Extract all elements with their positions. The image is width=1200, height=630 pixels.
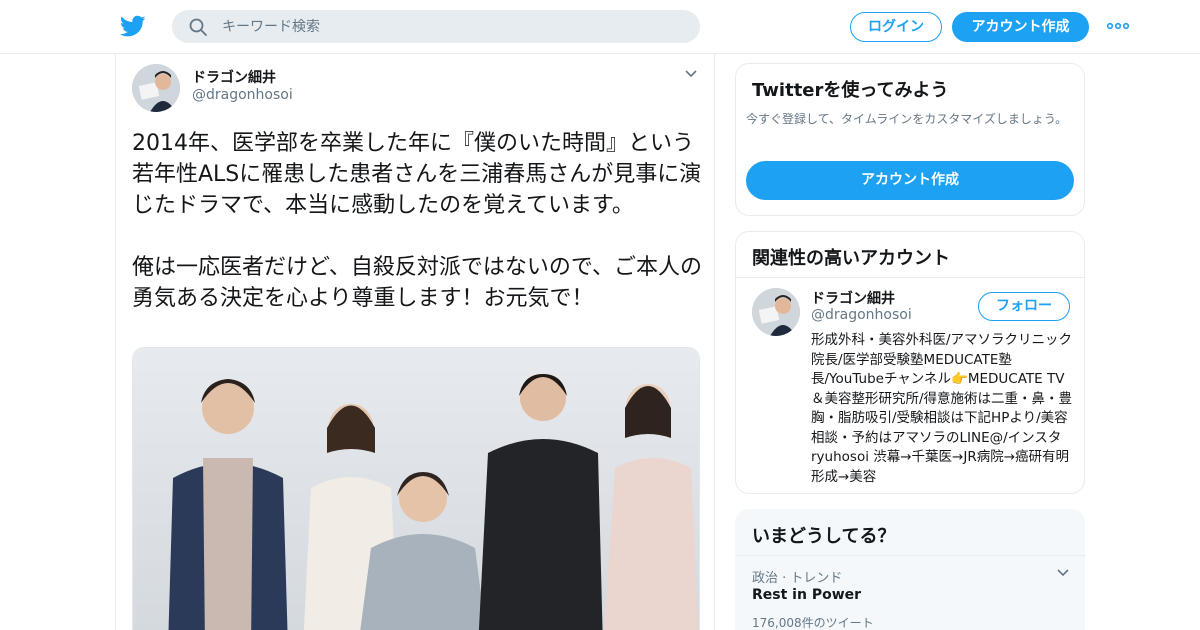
signup-card-description: 今すぐ登録して、タイムラインをカスタマイズしましょう。 (746, 112, 1068, 126)
divider (736, 555, 1086, 556)
chevron-down-icon[interactable] (1056, 568, 1070, 578)
search-bar[interactable] (172, 10, 700, 43)
related-account-handle[interactable]: @dragonhosoi (811, 307, 912, 323)
signup-card-title: Twitterを使ってみよう (752, 80, 949, 101)
related-account-name[interactable]: ドラゴン細井 (811, 288, 895, 308)
twitter-bird-icon[interactable] (120, 13, 146, 39)
chevron-down-icon[interactable] (684, 69, 698, 79)
author-name[interactable]: ドラゴン細井 (192, 67, 276, 87)
trends-card-title: いまどうしてる？ (752, 526, 896, 547)
top-navigation-bar: ログイン アカウント作成 (0, 0, 1200, 54)
tweet-text: 2014年、医学部を卒業した年に『僕のいた時間』という若年性ALSに罹患した患者… (132, 131, 703, 311)
trend-tweet-count: 176,008件のツイート (752, 616, 874, 630)
related-accounts-card: 関連性の高いアカウント ドラゴン細井 @dragonhosoi フォロー 形成外… (735, 231, 1085, 494)
related-account-avatar[interactable] (752, 288, 800, 336)
author-handle[interactable]: @dragonhosoi (192, 87, 293, 103)
author-avatar[interactable] (132, 64, 180, 112)
create-account-button[interactable]: アカウント作成 (746, 161, 1074, 200)
divider (736, 277, 1084, 278)
signup-prompt-card: Twitterを使ってみよう 今すぐ登録して、タイムラインをカスタマイズしましょ… (735, 63, 1085, 216)
related-card-title: 関連性の高いアカウント (752, 248, 950, 269)
related-account-bio: 形成外科・美容外科医/アマソラクリニック院長/医学部受験塾MEDUCATE塾長/… (811, 332, 1073, 485)
trend-name[interactable]: Rest in Power (752, 587, 861, 603)
search-input[interactable] (222, 10, 682, 43)
search-icon (189, 18, 207, 36)
login-button[interactable]: ログイン (850, 12, 942, 42)
tweet-card: ドラゴン細井 @dragonhosoi 2014年、医学部を卒業した年に『僕のい… (115, 54, 715, 630)
tweet-photo[interactable] (132, 347, 700, 630)
more-dots-icon[interactable] (1106, 19, 1130, 33)
follow-button[interactable]: フォロー (978, 292, 1070, 321)
signup-button[interactable]: アカウント作成 (952, 12, 1089, 42)
trends-card: いまどうしてる？ 政治 · トレンド Rest in Power 176,008… (735, 509, 1086, 630)
trend-category: 政治 · トレンド (752, 571, 843, 586)
